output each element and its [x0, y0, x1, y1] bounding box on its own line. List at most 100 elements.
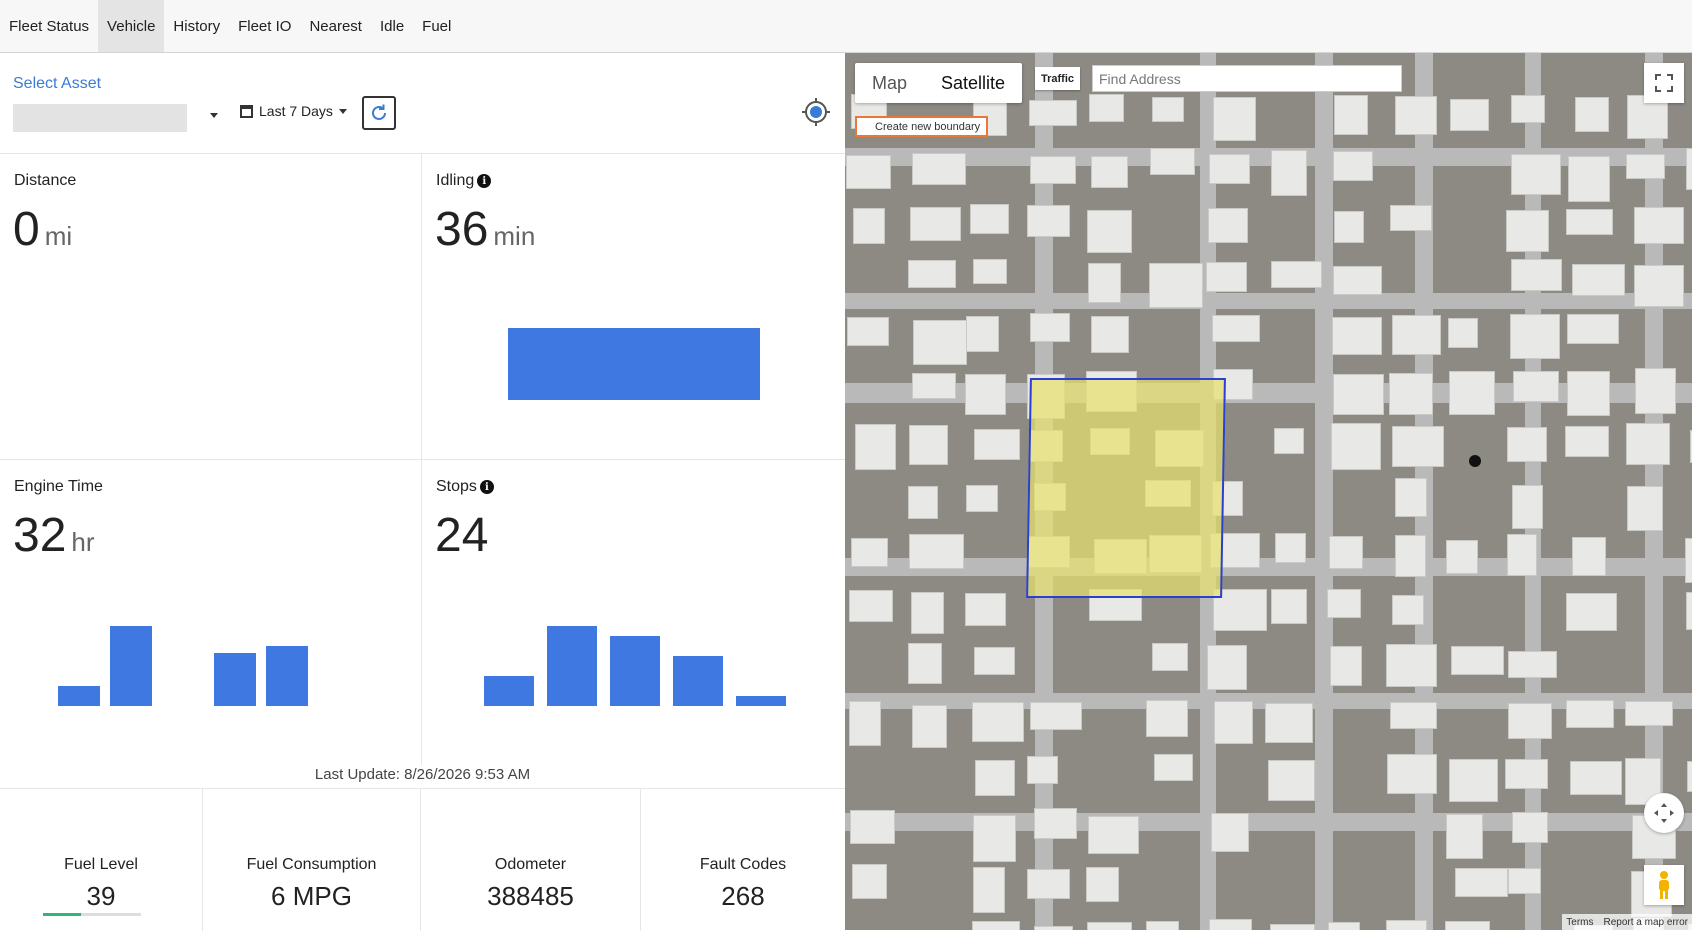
- building: [1334, 211, 1364, 243]
- geofence-boundary[interactable]: [1026, 378, 1226, 598]
- create-boundary-button[interactable]: Create new boundary: [855, 116, 988, 137]
- stops-label: Stops: [436, 478, 477, 496]
- engine-time-card: Engine Time 32hr: [0, 459, 421, 765]
- satellite-map[interactable]: Map Satellite Traffic Create new boundar…: [845, 53, 1692, 930]
- building: [1206, 262, 1246, 292]
- building: [1506, 210, 1549, 253]
- building: [1395, 96, 1438, 135]
- refresh-button[interactable]: [362, 96, 396, 130]
- fullscreen-icon: [1654, 73, 1674, 93]
- building: [1508, 868, 1542, 894]
- building: [1333, 374, 1384, 415]
- building: [910, 207, 961, 242]
- stops-label-row: Stopsi: [436, 478, 494, 496]
- satellite-view-button[interactable]: Satellite: [924, 63, 1022, 103]
- building: [1146, 921, 1179, 930]
- building: [1086, 867, 1120, 903]
- building: [1034, 926, 1074, 930]
- distance-label: Distance: [14, 172, 76, 190]
- engine-time-unit: hr: [71, 527, 94, 557]
- building: [1626, 154, 1665, 179]
- building: [1087, 210, 1132, 252]
- chevron-down-icon: [339, 109, 347, 114]
- vehicle-marker[interactable]: [1469, 455, 1481, 467]
- building: [973, 815, 1017, 862]
- date-range-dropdown[interactable]: Last 7 Days: [240, 103, 347, 119]
- building: [909, 425, 949, 465]
- building: [1567, 314, 1619, 344]
- pan-control[interactable]: [1644, 793, 1684, 833]
- crosshair-icon: [800, 96, 832, 128]
- tab-fleet-status[interactable]: Fleet Status: [0, 0, 98, 52]
- building: [1271, 150, 1307, 196]
- building: [1634, 265, 1684, 307]
- building: [1208, 208, 1249, 243]
- building: [1566, 209, 1613, 235]
- asset-select[interactable]: [13, 104, 187, 132]
- building: [1513, 371, 1559, 402]
- last-update-text: Last Update: 8/26/2026 9:53 AM: [0, 766, 845, 783]
- idling-value: 36min: [435, 202, 535, 257]
- info-icon[interactable]: i: [477, 174, 491, 188]
- building: [1507, 427, 1547, 462]
- building: [1152, 643, 1188, 671]
- info-icon[interactable]: i: [480, 480, 494, 494]
- tab-fuel[interactable]: Fuel: [413, 0, 460, 52]
- fault-codes-label: Fault Codes: [641, 856, 845, 874]
- building: [912, 373, 956, 399]
- fullscreen-button[interactable]: [1644, 63, 1684, 103]
- terms-link[interactable]: Terms: [1566, 917, 1593, 928]
- building: [1387, 754, 1437, 794]
- building: [849, 701, 881, 746]
- locate-vehicle-button[interactable]: [800, 96, 832, 128]
- find-address-input[interactable]: [1092, 65, 1402, 92]
- building: [973, 867, 1005, 913]
- tab-fleet-io[interactable]: Fleet IO: [229, 0, 300, 52]
- building: [1566, 700, 1613, 728]
- building: [1211, 813, 1250, 852]
- engine-time-label: Engine Time: [14, 478, 103, 496]
- building: [1274, 428, 1304, 453]
- tab-idle[interactable]: Idle: [371, 0, 413, 52]
- building: [1390, 205, 1432, 231]
- chevron-down-icon[interactable]: [210, 113, 218, 118]
- building: [908, 260, 957, 288]
- map-attribution: Terms Report a map error: [1562, 914, 1692, 930]
- building: [1568, 156, 1610, 203]
- idling-card: Idlingi 36min: [422, 153, 845, 459]
- building: [1327, 589, 1361, 618]
- vehicle-panel: Select Asset Last 7 Days Distance 0mi Id…: [0, 53, 845, 930]
- building: [1209, 154, 1251, 185]
- stops-chart-bar: [673, 656, 723, 706]
- building: [1575, 97, 1609, 132]
- building: [1627, 486, 1663, 531]
- building: [1566, 593, 1617, 631]
- building: [974, 429, 1020, 460]
- distance-number: 0: [13, 203, 40, 256]
- tab-history[interactable]: History: [164, 0, 229, 52]
- building: [1386, 920, 1427, 930]
- building: [855, 424, 896, 470]
- building: [972, 921, 1021, 930]
- refresh-icon: [369, 103, 389, 123]
- tab-nearest[interactable]: Nearest: [300, 0, 371, 52]
- building: [966, 316, 999, 352]
- building: [849, 590, 893, 622]
- street-view-pegman[interactable]: [1644, 865, 1684, 905]
- date-range-label: Last 7 Days: [259, 103, 333, 119]
- building: [908, 486, 938, 519]
- building: [1029, 100, 1077, 126]
- report-map-error-link[interactable]: Report a map error: [1604, 917, 1688, 928]
- building: [1567, 371, 1610, 416]
- building: [1271, 261, 1322, 288]
- tab-vehicle[interactable]: Vehicle: [98, 0, 164, 52]
- building: [846, 155, 891, 189]
- traffic-toggle[interactable]: Traffic: [1035, 67, 1080, 90]
- building: [1333, 266, 1382, 296]
- stops-card: Stopsi 24: [422, 459, 845, 765]
- building: [1149, 263, 1203, 307]
- map-view-button[interactable]: Map: [855, 63, 924, 103]
- building: [1329, 536, 1363, 569]
- building: [1686, 592, 1692, 630]
- building: [1027, 205, 1070, 237]
